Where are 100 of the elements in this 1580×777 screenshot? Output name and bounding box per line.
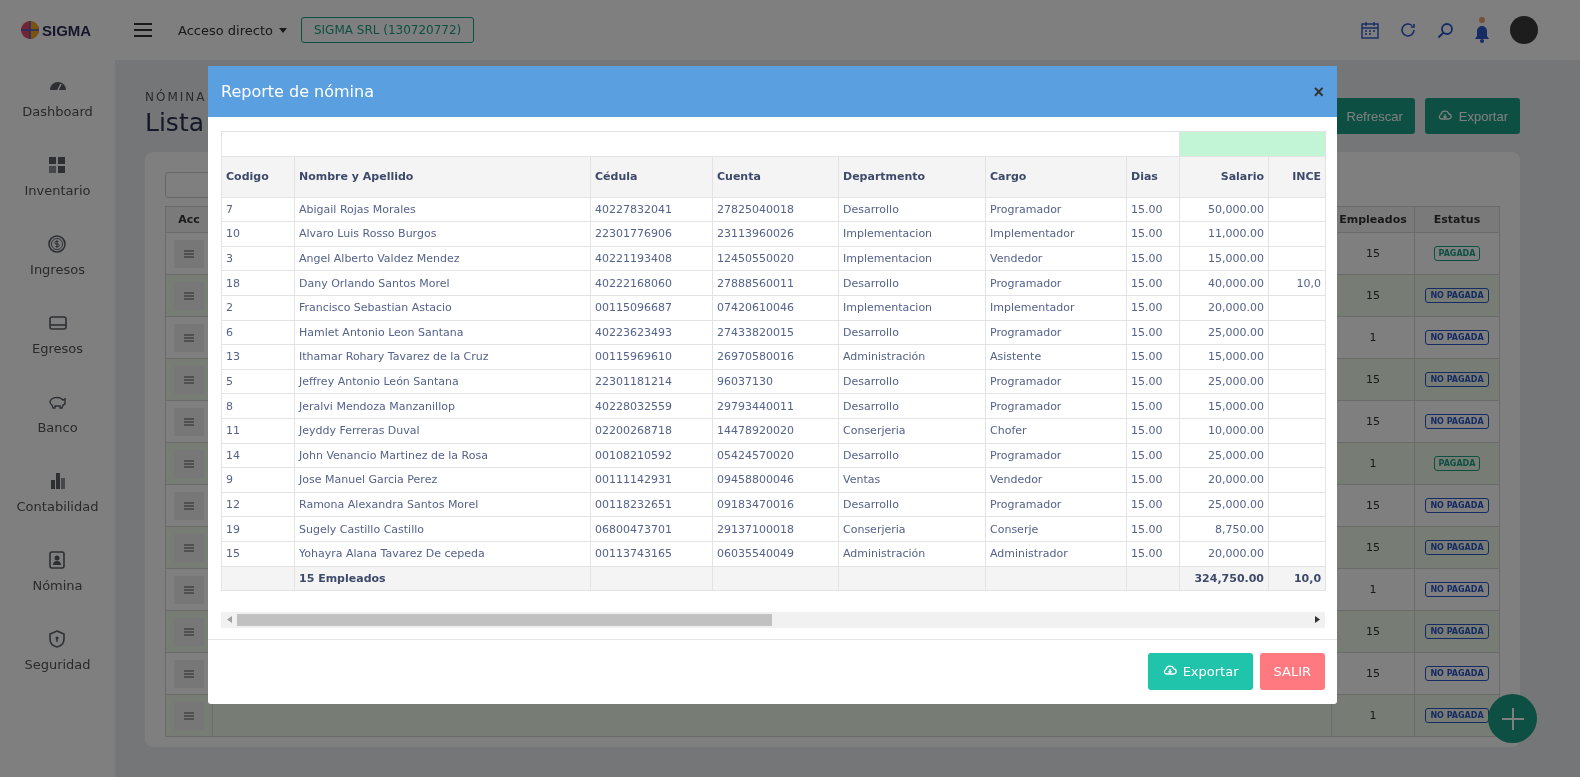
row-menu-button[interactable] — [174, 281, 204, 310]
page-title: Lista — [145, 108, 206, 137]
row-menu-button[interactable] — [174, 617, 204, 646]
table-cell: 06800473701 — [590, 516, 713, 542]
table-cell: 7 — [221, 197, 295, 222]
column-header: Estatus — [1414, 206, 1500, 233]
table-cell: Jeralvi Mendoza Manzanillop — [294, 393, 591, 419]
table-cell: Angel Alberto Valdez Mendez — [294, 246, 591, 271]
row-menu-button[interactable] — [174, 407, 204, 436]
table-cell: 29793440011 — [712, 393, 839, 419]
table-cell: Dany Orlando Santos Morel — [294, 270, 591, 296]
column-header: Nombre y Apellido — [294, 156, 591, 198]
horizontal-scrollbar[interactable] — [221, 611, 1325, 628]
calendar-icon[interactable] — [1361, 21, 1379, 39]
table-cell: 15.00 — [1126, 270, 1180, 296]
refresh-icon[interactable] — [1399, 21, 1417, 39]
table-cell: Jose Manuel Garcia Perez — [294, 467, 591, 493]
menu-icon — [184, 375, 194, 384]
table-cell: Ithamar Rohary Tavarez de la Cruz — [294, 344, 591, 370]
table-cell: 09183470016 — [712, 492, 839, 517]
sidebar-item[interactable]: Inventario — [24, 155, 91, 214]
status-badge: NO PAGADA — [1425, 624, 1489, 639]
table-cell: 14 — [221, 443, 295, 468]
status-badge: PAGADA — [1433, 246, 1481, 261]
table-cell: 15,000.00 — [1179, 344, 1269, 370]
export-button[interactable]: Exportar — [1147, 652, 1253, 690]
bell-icon[interactable] — [1474, 17, 1490, 43]
table-cell: 25,000.00 — [1179, 492, 1269, 517]
refresh-button[interactable]: Refrescar — [1334, 98, 1415, 134]
row-menu-button[interactable] — [174, 491, 204, 520]
table-cell: Desarrollo — [838, 492, 986, 517]
table-cell: 15,000.00 — [1179, 246, 1269, 271]
shortcut-dropdown[interactable]: Acceso directo — [178, 22, 287, 38]
sidebar-item[interactable]: Nómina — [32, 550, 83, 609]
table-cell: 15.00 — [1126, 344, 1180, 370]
sidebar-item[interactable]: Dashboard — [22, 76, 93, 135]
close-button[interactable]: × — [1313, 82, 1324, 101]
search-icon[interactable] — [1437, 21, 1454, 39]
table-cell: Desarrollo — [838, 320, 986, 345]
table-cell: 40,000.00 — [1179, 270, 1269, 296]
table-cell: 15.00 — [1126, 516, 1180, 542]
table-cell: 9 — [221, 467, 295, 493]
menu-icon — [184, 627, 194, 636]
table-cell: Desarrollo — [838, 197, 986, 222]
table-cell: 40227832041 — [590, 197, 713, 222]
sidebar-item[interactable]: Seguridad — [24, 629, 91, 688]
menu-icon — [184, 249, 194, 258]
menu-icon — [184, 501, 194, 510]
table-cell: 8 — [221, 393, 295, 419]
sidebar-item[interactable]: Ingresos — [30, 234, 85, 293]
scroll-left-icon[interactable] — [226, 616, 232, 623]
table-cell: 15 Empleados — [294, 566, 591, 590]
row-menu-button[interactable] — [174, 239, 204, 268]
table-cell: 12450550020 — [712, 246, 839, 271]
sidebar-item[interactable]: Egresos — [32, 313, 83, 372]
table-cell: 15,000.00 — [1179, 393, 1269, 419]
table-cell: Ventas — [838, 467, 986, 493]
row-menu-button[interactable] — [174, 659, 204, 688]
column-header: Codigo — [221, 156, 295, 198]
column-header: INCE — [1268, 156, 1326, 198]
table-cell: 11,000.00 — [1179, 221, 1269, 247]
table-cell: Administrador — [985, 541, 1127, 566]
avatar[interactable] — [1510, 16, 1538, 44]
brand-logo: SIGMA — [42, 21, 92, 39]
menu-icon — [184, 669, 194, 678]
table-cell: 00115096687 — [590, 295, 713, 321]
table-cell: Desarrollo — [838, 369, 986, 394]
table-cell: 09458800046 — [712, 467, 839, 493]
sidebar-item[interactable]: Contabilidad — [16, 471, 99, 530]
sidebar-icon — [47, 550, 68, 570]
menu-icon — [184, 333, 194, 342]
row-menu-button[interactable] — [174, 701, 204, 730]
row-menu-button[interactable] — [174, 533, 204, 562]
menu-button[interactable] — [134, 23, 152, 37]
table-cell: 3 — [221, 246, 295, 271]
sidebar-item[interactable]: Banco — [37, 392, 78, 451]
table-cell: Jeffrey Antonio León Santana — [294, 369, 591, 394]
row-menu-button[interactable] — [174, 575, 204, 604]
status-badge: NO PAGADA — [1425, 708, 1489, 723]
table-cell: 22301181214 — [590, 369, 713, 394]
table-cell: 96037130 — [712, 369, 839, 394]
row-menu-button[interactable] — [174, 323, 204, 352]
exit-button[interactable]: SALIR — [1259, 652, 1325, 690]
status-badge: NO PAGADA — [1425, 372, 1489, 387]
table-cell: Programador — [985, 270, 1127, 296]
table-cell: 22301776906 — [590, 221, 713, 247]
scroll-right-icon[interactable] — [1314, 616, 1320, 623]
table-cell: 25,000.00 — [1179, 320, 1269, 345]
table-cell: Francisco Sebastian Astacio — [294, 295, 591, 321]
table-cell: 40223623493 — [590, 320, 713, 345]
table-cell: 02200268718 — [590, 418, 713, 444]
export-button[interactable]: Exportar — [1424, 98, 1520, 134]
table-cell: 15.00 — [1126, 197, 1180, 222]
company-button[interactable]: SIGMA SRL (130720772) — [300, 17, 475, 43]
row-menu-button[interactable] — [174, 365, 204, 394]
table-cell: 15.00 — [1126, 443, 1180, 468]
table-cell: Administración — [838, 541, 986, 566]
table-cell: 00115969610 — [590, 344, 713, 370]
column-header: Departmento — [838, 156, 986, 198]
row-menu-button[interactable] — [174, 449, 204, 478]
